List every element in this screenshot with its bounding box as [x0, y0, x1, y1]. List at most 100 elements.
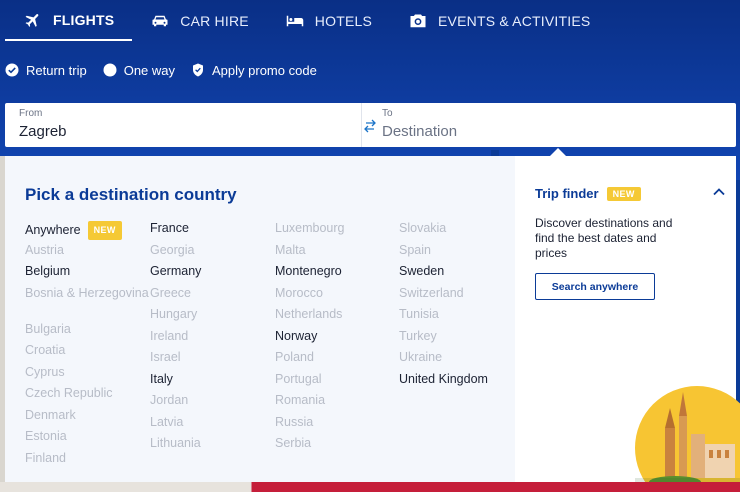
- country-option[interactable]: Italy: [150, 372, 275, 394]
- country-option: Hungary: [150, 307, 275, 329]
- country-option: Lithuania: [150, 436, 275, 458]
- promo-label: Apply promo code: [212, 62, 317, 78]
- chevron-up-icon: [713, 188, 725, 196]
- country-option: Georgia: [150, 243, 275, 265]
- country-name: Slovakia: [399, 221, 447, 235]
- country-option: Jordan: [150, 393, 275, 415]
- country-name: Greece: [150, 285, 191, 300]
- trip-options: Return trip One way Apply promo code: [5, 58, 333, 82]
- country-option: Bosnia & Herzegovina: [25, 286, 150, 322]
- collapse-chevron-button[interactable]: [711, 184, 727, 200]
- country-option[interactable]: Montenegro: [275, 264, 400, 286]
- country-option[interactable]: Germany: [150, 264, 275, 286]
- country-column-3: Luxembourg Malta Montenegro Morocco Netherla…: [275, 221, 400, 458]
- country-option[interactable]: Norway: [275, 329, 400, 351]
- camera-icon: [408, 12, 428, 30]
- country-option: Turkey: [399, 329, 524, 351]
- return-trip-radio[interactable]: Return trip: [5, 63, 87, 78]
- trip-finder-title: Trip finder NEW: [535, 186, 641, 201]
- country-option: Luxembourg: [275, 221, 400, 243]
- tab-hotels[interactable]: HOTELS: [267, 0, 390, 41]
- country-name: Latvia: [150, 414, 184, 429]
- country-option: Ukraine: [399, 350, 524, 372]
- country-name: Poland: [275, 350, 314, 364]
- country-name: Malta: [275, 242, 306, 257]
- country-option: Portugal: [275, 372, 400, 394]
- return-trip-label: Return trip: [26, 62, 87, 78]
- trip-finder-description: Discover destinations and find the best …: [535, 216, 673, 260]
- apply-promo-code-link[interactable]: Apply promo code: [191, 63, 317, 78]
- country-option: Russia: [275, 415, 400, 437]
- car-icon: [150, 12, 170, 30]
- to-label: To: [382, 108, 393, 119]
- country-name: Norway: [275, 328, 318, 343]
- tab-flights[interactable]: FLIGHTS: [5, 0, 133, 41]
- country-name: Croatia: [25, 343, 66, 357]
- country-option: Latvia: [150, 415, 275, 437]
- tab-events-activities[interactable]: EVENTS & ACTIVITIES: [390, 0, 608, 41]
- new-badge: NEW: [87, 221, 122, 240]
- country-option: Spain: [399, 243, 524, 265]
- country-column-2: France Georgia Germany Greece Hungary Ireland…: [150, 221, 275, 458]
- from-value: Zagreb: [19, 123, 67, 140]
- country-option: Serbia: [275, 436, 400, 458]
- country-option[interactable]: France: [150, 221, 275, 243]
- country-column-4: Slovakia Spain Sweden Switzerland Tunisia Tur…: [399, 221, 524, 393]
- trip-finder-title-text: Trip finder: [535, 186, 599, 201]
- one-way-radio[interactable]: One way: [103, 63, 175, 78]
- country-option[interactable]: Belgium: [25, 264, 150, 286]
- picker-title: Pick a destination country: [25, 185, 237, 204]
- country-option: Malta: [275, 243, 400, 265]
- country-name: Bulgaria: [25, 321, 71, 336]
- country-option: Denmark: [25, 408, 150, 430]
- country-option[interactable]: Anywhere NEW: [25, 221, 150, 243]
- country-name: Ukraine: [399, 350, 443, 364]
- country-option: Netherlands: [275, 307, 400, 329]
- bed-icon: [285, 12, 305, 30]
- from-field[interactable]: From Zagreb: [5, 103, 361, 147]
- country-name: Austria: [25, 242, 64, 257]
- country-name: Turkey: [399, 328, 437, 343]
- swap-airports-button[interactable]: [359, 115, 381, 137]
- country-name: Netherlands: [275, 307, 343, 321]
- swap-icon: [364, 119, 376, 133]
- country-option: Greece: [150, 286, 275, 308]
- destination-dropdown: Pick a destination country Anywhere NEW Au…: [5, 156, 740, 492]
- country-name: Denmark: [25, 407, 76, 422]
- country-name: Hungary: [150, 307, 198, 321]
- country-name: Switzerland: [399, 285, 464, 300]
- country-option[interactable]: Sweden: [399, 264, 524, 286]
- country-option: Switzerland: [399, 286, 524, 308]
- country-option[interactable]: United Kingdom: [399, 372, 524, 394]
- country-option: Bulgaria: [25, 322, 150, 344]
- new-badge: NEW: [606, 187, 641, 201]
- country-option: Croatia: [25, 343, 150, 365]
- search-anywhere-button[interactable]: Search anywhere: [535, 273, 655, 300]
- country-option: Slovakia: [399, 221, 524, 243]
- country-column-1: Anywhere NEW Austria Belgium Bosnia & Herzeg…: [25, 221, 150, 472]
- country-name: Montenegro: [275, 264, 342, 278]
- tab-car-hire[interactable]: CAR HIRE: [132, 0, 267, 41]
- dropdown-caret: [550, 148, 566, 156]
- country-name: Lithuania: [150, 436, 201, 450]
- country-picker: Pick a destination country Anywhere NEW Au…: [5, 156, 515, 492]
- country-option: Morocco: [275, 286, 400, 308]
- country-name: Italy: [150, 371, 173, 386]
- country-name: Sweden: [399, 264, 445, 278]
- country-name: United Kingdom: [399, 371, 488, 386]
- country-name: Israel: [150, 350, 181, 364]
- tab-label: CAR HIRE: [180, 12, 249, 29]
- country-name: Jordan: [150, 393, 189, 407]
- country-option: Romania: [275, 393, 400, 415]
- destination-placeholder: Destination: [382, 123, 458, 140]
- country-name: Morocco: [275, 285, 323, 300]
- destination-field[interactable]: To Destination: [361, 103, 736, 147]
- country-option: Israel: [150, 350, 275, 372]
- country-option: Czech Republic: [25, 386, 150, 408]
- from-label: From: [19, 108, 43, 119]
- tab-label: FLIGHTS: [53, 11, 115, 28]
- country-name: Bosnia & Herzegovina: [25, 285, 149, 300]
- country-name: Finland: [25, 450, 66, 465]
- country-name: France: [150, 221, 189, 235]
- flight-search-bar: From Zagreb To Destination: [5, 103, 736, 147]
